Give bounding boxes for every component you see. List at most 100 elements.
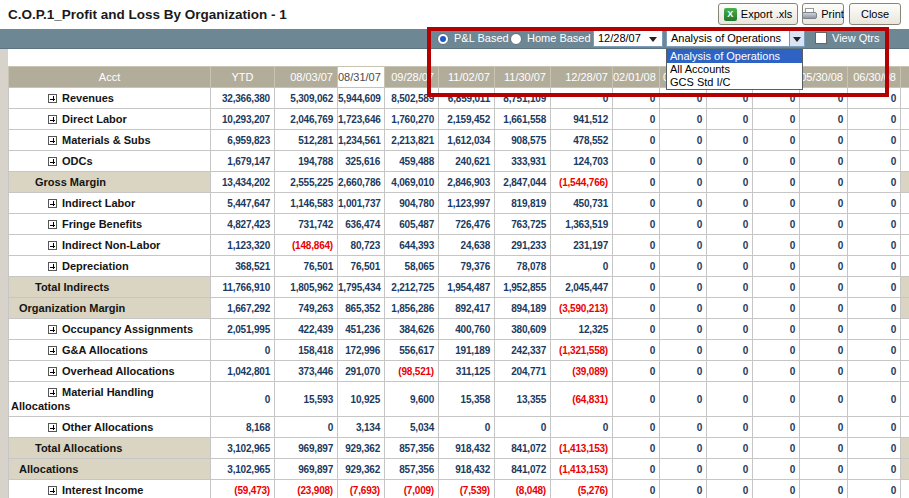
expand-icon[interactable]: [48, 220, 57, 229]
value-cell: 2,051,995: [211, 319, 275, 340]
row-label: Overhead Allocations: [9, 361, 211, 382]
value-cell: 0: [753, 109, 800, 130]
clipped-cell: [901, 256, 909, 277]
column-header[interactable]: 09/28/07: [385, 67, 439, 88]
value-cell: 0: [800, 109, 848, 130]
value-cell: 0: [848, 438, 901, 459]
value-cell: 749,263: [275, 298, 338, 319]
value-cell: 0: [660, 277, 707, 298]
column-header[interactable]: YTD: [211, 67, 275, 88]
value-cell: 2,046,769: [275, 109, 338, 130]
view-dropdown[interactable]: Analysis of Operations: [666, 30, 805, 47]
value-cell: 2,212,725: [385, 277, 439, 298]
value-cell: 2,045,447: [551, 277, 613, 298]
dropdown-option[interactable]: GCS Std I/C: [667, 76, 802, 89]
export-xls-button[interactable]: X Export .xls: [718, 3, 798, 25]
view-dropdown-arrow-button[interactable]: [789, 31, 804, 46]
value-cell: 0: [848, 130, 901, 151]
value-cell: 0: [848, 193, 901, 214]
value-cell: 158,418: [275, 340, 338, 361]
value-cell: 240,621: [439, 151, 495, 172]
column-header[interactable]: 08/03/07: [275, 67, 338, 88]
expand-icon[interactable]: [48, 423, 57, 432]
value-cell: (23,908): [275, 480, 338, 498]
close-label: Close: [861, 8, 889, 20]
value-cell: 0: [848, 235, 901, 256]
value-cell: 644,393: [385, 235, 439, 256]
print-button[interactable]: Print: [802, 3, 844, 25]
value-cell: 0: [613, 277, 660, 298]
expand-icon[interactable]: [48, 157, 57, 166]
expand-icon[interactable]: [48, 115, 57, 124]
expand-icon[interactable]: [48, 346, 57, 355]
acct-column-header[interactable]: Acct: [9, 67, 211, 88]
value-cell: 0: [551, 88, 613, 109]
date-dropdown-value: 12/28/07: [598, 32, 641, 44]
value-cell: 1,679,147: [211, 151, 275, 172]
expand-icon[interactable]: [48, 325, 57, 334]
value-cell: 0: [800, 459, 848, 480]
dropdown-option[interactable]: Analysis of Operations: [667, 50, 802, 63]
value-cell: 819,819: [495, 193, 551, 214]
value-cell: 478,552: [551, 130, 613, 151]
column-header[interactable]: 12/28/07: [551, 67, 613, 88]
date-dropdown[interactable]: 12/28/07: [593, 30, 663, 47]
value-cell: (1,321,558): [551, 340, 613, 361]
value-cell: 0: [613, 214, 660, 235]
value-cell: 0: [848, 151, 901, 172]
page-title: C.O.P.1_Profit and Loss By Organization …: [8, 7, 287, 22]
value-cell: 333,931: [495, 151, 551, 172]
excel-icon: X: [724, 8, 737, 21]
column-header[interactable]: 02/01/08: [613, 67, 660, 88]
value-cell: 291,070: [338, 361, 385, 382]
expand-icon[interactable]: [48, 262, 57, 271]
expand-icon[interactable]: [48, 388, 57, 397]
value-cell: 0: [753, 151, 800, 172]
value-cell: (8,048): [495, 480, 551, 498]
value-cell: 894,189: [495, 298, 551, 319]
clipped-cell: [901, 298, 909, 319]
value-cell: 80,723: [338, 235, 385, 256]
home-based-radio[interactable]: [510, 33, 522, 45]
value-cell: 0: [753, 480, 800, 498]
table-row: Interest Income(59,473)(23,908)(7,693)(7…: [9, 480, 909, 498]
value-cell: 0: [660, 214, 707, 235]
value-cell: 0: [800, 340, 848, 361]
dropdown-option[interactable]: All Accounts: [667, 63, 802, 76]
expand-icon[interactable]: [48, 94, 57, 103]
expand-icon[interactable]: [48, 136, 57, 145]
row-label: Fringe Benefits: [9, 214, 211, 235]
column-header[interactable]: 08/31/07: [338, 67, 385, 88]
value-cell: 1,667,292: [211, 298, 275, 319]
value-cell: 1,612,034: [439, 130, 495, 151]
value-cell: 0: [613, 109, 660, 130]
column-header[interactable]: 06/30/08: [848, 67, 901, 88]
value-cell: 6,859,011: [439, 88, 495, 109]
value-cell: 0: [660, 459, 707, 480]
expand-icon[interactable]: [48, 241, 57, 250]
value-cell: 204,771: [495, 361, 551, 382]
column-header[interactable]: 11/02/07: [439, 67, 495, 88]
value-cell: 0: [613, 88, 660, 109]
table-row: ODCs1,679,147194,788325,616459,488240,62…: [9, 151, 909, 172]
expand-icon[interactable]: [48, 367, 57, 376]
value-cell: 0: [800, 298, 848, 319]
value-cell: 0: [800, 151, 848, 172]
expand-icon[interactable]: [48, 199, 57, 208]
value-cell: 368,521: [211, 256, 275, 277]
value-cell: 0: [753, 256, 800, 277]
pnl-based-radio[interactable]: [437, 33, 449, 45]
close-button[interactable]: Close: [849, 3, 901, 25]
column-header[interactable]: 11/30/07: [495, 67, 551, 88]
value-cell: 0: [800, 193, 848, 214]
value-cell: 0: [707, 438, 753, 459]
value-cell: 0: [800, 277, 848, 298]
value-cell: (98,521): [385, 361, 439, 382]
clipped-cell: [901, 438, 909, 459]
column-header[interactable]: 05/30/08: [800, 67, 848, 88]
export-xls-label: Export .xls: [741, 8, 792, 20]
row-label: ODCs: [9, 151, 211, 172]
expand-icon[interactable]: [48, 486, 57, 495]
view-qtrs-checkbox[interactable]: [815, 32, 827, 44]
clipped-cell: [901, 172, 909, 193]
